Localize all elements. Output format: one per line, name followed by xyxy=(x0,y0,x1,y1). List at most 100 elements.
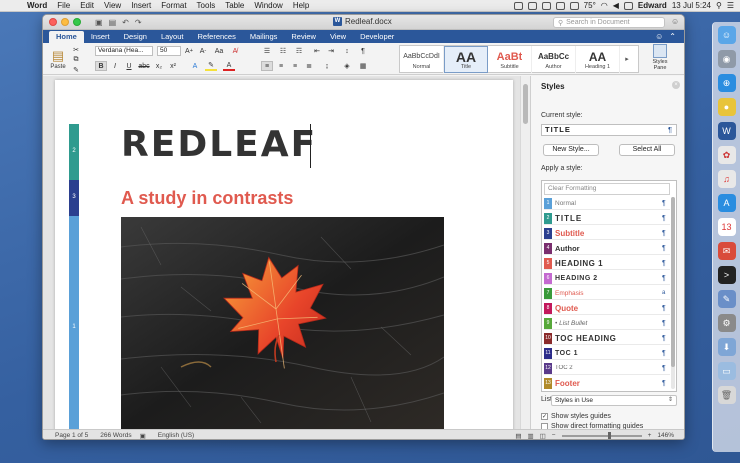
scroll-thumb[interactable] xyxy=(523,84,528,124)
clock[interactable]: 13 Jul 5:24 xyxy=(672,1,711,10)
downloads-folder-icon[interactable]: ⬇ xyxy=(717,338,736,356)
style-item-toc-2[interactable]: 12 TOC 2 ¶ xyxy=(544,362,670,375)
language[interactable]: English (US) xyxy=(146,432,194,439)
tab-layout[interactable]: Layout xyxy=(154,31,191,43)
notes-icon[interactable] xyxy=(527,1,537,10)
subscript-button[interactable]: x₂ xyxy=(153,61,165,71)
line-spacing-icon[interactable]: ↨ xyxy=(321,61,333,71)
tab-home[interactable]: Home xyxy=(49,31,84,43)
document-title-heading[interactable]: REDLEAF xyxy=(121,124,317,165)
style-item-toc-heading[interactable]: 10 TOC HEADING ¶ xyxy=(544,332,670,345)
red-leaf-photo[interactable] xyxy=(121,217,444,429)
time-machine-icon[interactable] xyxy=(555,1,565,10)
preview-icon[interactable]: ✎ xyxy=(717,290,736,308)
bold-button[interactable]: B xyxy=(95,61,107,71)
sort-icon[interactable]: ↕ xyxy=(341,46,353,56)
spotlight-icon[interactable]: ⚲ xyxy=(716,1,722,10)
bullets-icon[interactable]: ☰ xyxy=(261,46,273,56)
highlight-color-icon[interactable]: ✎ xyxy=(205,61,217,71)
style-item-title[interactable]: 2 TITLE ¶ xyxy=(544,212,670,225)
search-document-input[interactable]: ⚲ Search in Document xyxy=(553,17,665,28)
borders-icon[interactable]: ▦ xyxy=(357,61,369,71)
cut-icon[interactable]: ✂ xyxy=(71,45,81,55)
proofing-icon[interactable]: ▣ xyxy=(132,432,146,440)
notification-center-icon[interactable]: ☰ xyxy=(727,1,734,10)
menu-tools[interactable]: Tools xyxy=(192,1,221,10)
wifi-icon[interactable]: ◠ xyxy=(601,1,608,10)
zoom-slider[interactable] xyxy=(561,431,642,439)
style-item-author[interactable]: 4 Author ¶ xyxy=(544,242,670,255)
copy-icon[interactable]: ⧉ xyxy=(71,55,81,65)
font-name-field[interactable]: Verdana (Hea... xyxy=(95,46,153,56)
menu-view[interactable]: View xyxy=(99,1,126,10)
page-count[interactable]: Page 1 of 5 xyxy=(43,432,88,439)
photos-icon[interactable]: ✿ xyxy=(717,146,736,164)
chrome-icon[interactable]: ● xyxy=(717,98,736,116)
superscript-button[interactable]: x² xyxy=(167,61,179,71)
format-painter-icon[interactable]: ✎ xyxy=(71,65,81,75)
style-item-heading-2[interactable]: 6 HEADING 2 ¶ xyxy=(544,272,670,285)
font-color-icon[interactable]: A xyxy=(223,61,235,71)
style-item-subtitle[interactable]: 3 Subtitle ¶ xyxy=(544,227,670,240)
menu-edit[interactable]: Edit xyxy=(75,1,99,10)
style-gallery-subtitle[interactable]: AaBt Subtitle xyxy=(488,46,532,73)
shading-icon[interactable]: ◈ xyxy=(341,61,353,71)
menu-table[interactable]: Table xyxy=(220,1,249,10)
terminal-icon[interactable]: > xyxy=(717,266,736,284)
sidebar-toggle-icon[interactable]: ▣ xyxy=(95,18,103,27)
feedback-icon[interactable]: ☺ xyxy=(655,31,663,43)
style-item-normal[interactable]: 1 Normal ¶ xyxy=(544,197,670,210)
style-item-footer[interactable]: 13 Footer ¶ xyxy=(544,377,670,390)
menu-help[interactable]: Help xyxy=(288,1,314,10)
volume-icon[interactable]: ◀ xyxy=(613,1,619,10)
menu-format[interactable]: Format xyxy=(156,1,191,10)
show-styles-guides-checkbox[interactable]: ✓ Show styles guides xyxy=(541,413,611,420)
menu-file[interactable]: File xyxy=(52,1,75,10)
evernote-icon[interactable] xyxy=(541,1,551,10)
zoom-button[interactable] xyxy=(73,18,81,26)
select-all-button[interactable]: Select All xyxy=(619,144,675,156)
collapse-ribbon-icon[interactable]: ⌃ xyxy=(669,31,676,43)
zoom-level[interactable]: 146% xyxy=(657,432,674,439)
close-panel-icon[interactable]: × xyxy=(672,81,680,89)
itunes-icon[interactable]: ♫ xyxy=(717,170,736,188)
style-list-scroll-thumb[interactable] xyxy=(671,197,675,367)
style-item-heading-1[interactable]: 5 HEADING 1 ¶ xyxy=(544,257,670,270)
styles-pane-button[interactable]: Styles Pane xyxy=(647,44,673,74)
documents-folder-icon[interactable]: ▭ xyxy=(717,362,736,380)
tab-review[interactable]: Review xyxy=(284,31,323,43)
save-icon[interactable]: ▤ xyxy=(109,18,117,27)
web-layout-icon[interactable]: ▥ xyxy=(527,432,533,440)
menu-window[interactable]: Window xyxy=(249,1,287,10)
numbering-icon[interactable]: ☷ xyxy=(277,46,289,56)
menu-app-word[interactable]: Word xyxy=(22,1,52,10)
finder-icon[interactable]: ☺ xyxy=(717,26,736,44)
zoom-out-icon[interactable]: − xyxy=(552,432,556,439)
style-item-toc-1[interactable]: 11 TOC 1 ¶ xyxy=(544,347,670,360)
safari-icon[interactable]: ⊕ xyxy=(717,74,736,92)
paste-button[interactable]: ▤ Paste xyxy=(47,45,69,73)
style-item-emphasis[interactable]: 7 Emphasis a xyxy=(544,287,670,300)
decrease-indent-icon[interactable]: ⇤ xyxy=(311,46,323,56)
new-style-button[interactable]: New Style... xyxy=(543,144,599,156)
show-formatting-icon[interactable]: ¶ xyxy=(357,46,369,56)
redo-icon[interactable]: ↷ xyxy=(135,18,142,27)
list-filter-select[interactable]: Styles in Use ⇕ xyxy=(551,395,677,406)
multilevel-list-icon[interactable]: ☶ xyxy=(293,46,305,56)
increase-indent-icon[interactable]: ⇥ xyxy=(325,46,337,56)
underline-button[interactable]: U xyxy=(123,61,135,71)
calendar-icon[interactable]: 13 xyxy=(717,218,736,236)
style-item-quote[interactable]: 8 Quote ¶ xyxy=(544,302,670,315)
style-gallery-title[interactable]: AA Title xyxy=(444,46,488,73)
align-right-button[interactable]: ≡ xyxy=(289,61,301,71)
focus-mode-icon[interactable]: ◫ xyxy=(540,432,546,440)
tab-mailings[interactable]: Mailings xyxy=(243,31,285,43)
mail-icon[interactable]: ✉ xyxy=(717,242,736,260)
tab-view[interactable]: View xyxy=(323,31,353,43)
app-store-icon[interactable]: A xyxy=(717,194,736,212)
battery-icon[interactable] xyxy=(623,1,633,10)
text-effects-icon[interactable]: A xyxy=(189,61,201,71)
word-count[interactable]: 266 Words xyxy=(88,432,131,439)
clear-formatting-icon[interactable]: A̸ xyxy=(229,46,241,56)
bluetooth-icon[interactable] xyxy=(569,1,579,10)
